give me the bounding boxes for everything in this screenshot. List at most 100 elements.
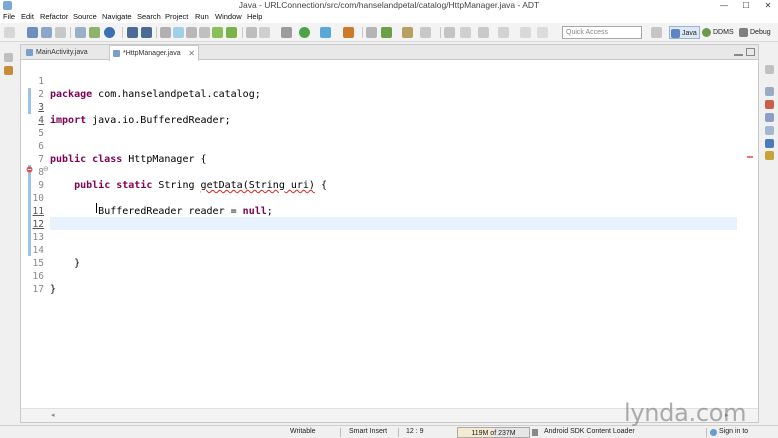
debug-icon[interactable] [281,27,292,38]
menu-project[interactable]: Project [165,11,188,23]
pin-editor-icon[interactable] [460,27,471,38]
code-line: 12 [21,205,721,230]
menu-file[interactable]: File [3,11,15,23]
open-type-icon[interactable] [402,27,413,38]
left-trim-bar [0,43,19,425]
tab-mainactivity-java[interactable]: MainActivity.java [23,45,95,60]
external-tools-icon[interactable] [343,27,354,38]
tab-httpmanager-java[interactable]: *HttpManager.java ✕ [109,45,199,61]
toolbar-separator [156,27,157,38]
prev-annotation-icon[interactable] [259,27,270,38]
upload-icon[interactable] [127,27,138,38]
gc-trash-icon[interactable] [532,429,538,436]
sign-in-google-link[interactable]: Sign in to Google... [719,426,778,438]
google-account-icon [710,429,717,436]
download-icon[interactable] [141,27,152,38]
close-button[interactable]: ✕ [757,0,778,11]
ddms-perspective-icon [702,28,711,37]
show-whitespace-icon[interactable] [199,27,210,38]
print-icon[interactable] [55,27,66,38]
toggle-breadcrumb-icon[interactable] [160,27,171,38]
menu-search[interactable]: Search [137,11,161,23]
code-line: 3 import java.io.BufferedReader; [21,88,721,126]
outline-icon[interactable] [765,87,774,96]
debug-perspective-button[interactable]: Debug [738,26,771,39]
ddms-perspective-label: DDMS [713,29,734,36]
code-line: 1 package com.hanselandpetal.catalog; [21,62,721,100]
status-separator [398,428,399,437]
menu-refactor[interactable]: Refactor [40,11,68,23]
android-avd-manager-icon[interactable] [89,27,100,38]
code-line: 4 [21,101,721,126]
declaration-icon[interactable] [765,126,774,135]
maximize-editor-icon[interactable] [746,48,755,56]
save-all-icon[interactable] [41,27,52,38]
editor-panel: MainActivity.java *HttpManager.java ✕ ⊖ … [20,44,759,423]
java-file-icon [26,49,33,56]
console-icon[interactable] [765,139,774,148]
toolbar-separator [362,27,363,38]
block-selection-icon[interactable] [186,27,197,38]
menu-run[interactable]: Run [195,11,209,23]
text-cursor [96,203,97,213]
new-android-project-icon[interactable] [212,27,223,38]
toolbar-separator [70,27,71,38]
tab-label: *HttpManager.java [123,50,181,57]
save-icon[interactable] [27,27,38,38]
new-java-class-icon[interactable] [381,27,392,38]
last-edit-location-icon[interactable] [444,27,455,38]
search-icon[interactable] [420,27,431,38]
java-perspective-label: Java [682,30,697,37]
lint-icon[interactable] [104,27,115,38]
android-sdk-manager-icon[interactable] [75,27,86,38]
ddms-perspective-button[interactable]: DDMS [701,26,734,39]
java-perspective-button[interactable]: Java [669,26,700,39]
problems-icon[interactable] [765,100,774,109]
quick-access-input[interactable]: Quick Access [562,26,642,39]
status-insert-mode: Smart Insert [349,428,388,435]
coverage-icon[interactable] [320,27,331,38]
minimize-button[interactable]: — [713,0,735,11]
restore-right-view-icon[interactable] [765,65,774,74]
scroll-left-icon[interactable]: ◂ [51,411,55,419]
menu-navigate[interactable]: Navigate [102,11,132,23]
new-android-test-icon[interactable] [226,27,237,38]
package-explorer-icon[interactable] [4,66,13,75]
back-icon[interactable] [478,27,489,38]
code-line: 14 } [21,231,721,269]
title-bar: Java - URLConnection/src/com/hanselandpe… [0,0,778,11]
mark-occurrences-icon[interactable] [173,27,184,38]
code-line: 17 [21,270,721,295]
code-line: 9 [21,166,721,191]
restore-view-icon[interactable] [4,53,13,62]
code-line: 15 [21,244,721,269]
open-perspective-icon[interactable] [651,27,662,38]
toolbar-separator [242,27,243,38]
forward-icon[interactable] [498,27,509,38]
minimize-editor-icon[interactable] [734,48,743,56]
heap-status[interactable]: 119M of 237M [457,427,530,438]
new-icon[interactable] [4,27,15,38]
javadoc-icon[interactable] [765,113,774,122]
run-icon[interactable] [299,27,310,38]
menu-edit[interactable]: Edit [21,11,34,23]
code-editor[interactable]: ⊖ 1 package com.hanselandpetal.catalog; … [21,61,758,407]
heap-status-label: 119M of 237M [471,430,516,437]
code-line: 8 public static String getData(String ur… [21,153,721,191]
next-annotation-icon[interactable] [246,27,257,38]
menu-window[interactable]: Window [215,11,242,23]
menu-source[interactable]: Source [73,11,97,23]
overview-error-marker[interactable] [747,156,753,158]
menu-help[interactable]: Help [247,11,262,23]
new-java-package-icon[interactable] [366,27,377,38]
maximize-button[interactable]: ☐ [735,0,757,11]
more-icon[interactable] [537,27,548,38]
logcat-icon[interactable] [765,151,774,160]
status-task: Android SDK Content Loader [544,428,635,435]
line-number: 17 [32,284,44,295]
toolbar-separator [440,27,441,38]
forward-history-icon[interactable] [520,27,531,38]
status-separator [340,428,341,437]
toolbar-separator [122,27,123,38]
close-tab-icon[interactable]: ✕ [188,46,195,61]
